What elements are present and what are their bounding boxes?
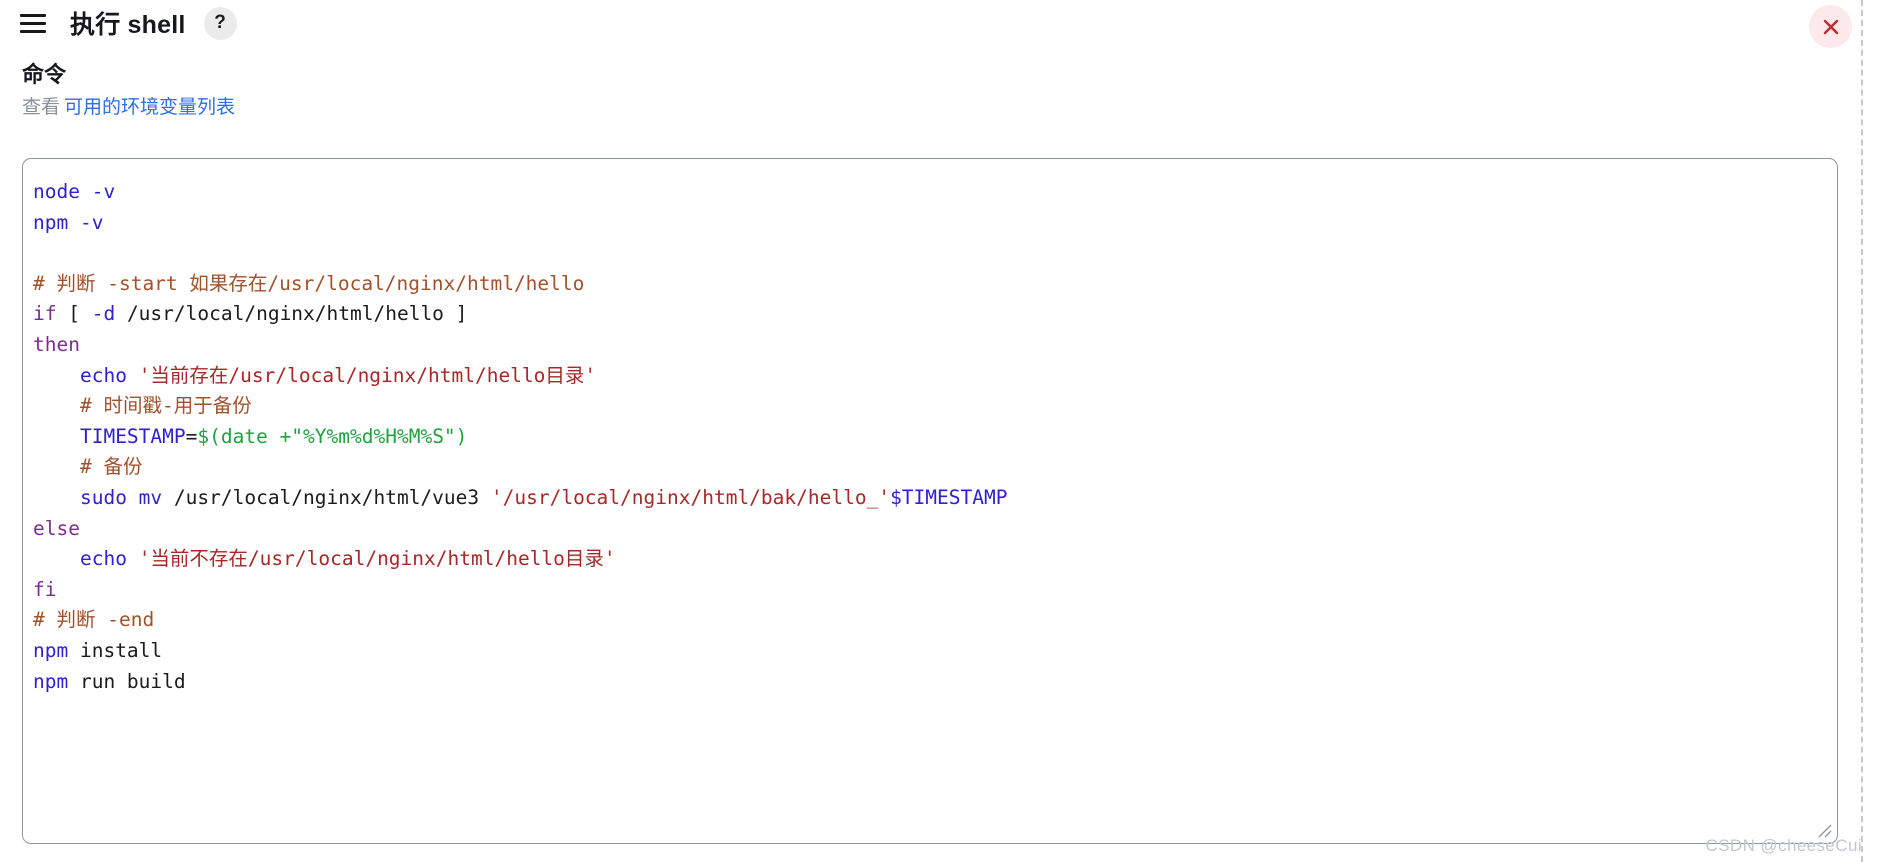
code-token: '当前存在/usr/local/nginx/html/hello目录' bbox=[138, 363, 597, 387]
page-title: 执行 shell bbox=[70, 11, 186, 39]
code-token: '/usr/local/nginx/html/bak/hello_' bbox=[490, 485, 891, 509]
code-token: npm bbox=[33, 638, 69, 662]
code-line: fi bbox=[33, 575, 1823, 606]
code-line: npm run build bbox=[33, 667, 1823, 698]
code-line: # 判断 -start 如果存在/usr/local/nginx/html/he… bbox=[33, 269, 1823, 300]
code-token: $TIMESTAMP bbox=[890, 485, 1008, 509]
code-token: $(date +"%Y%m%d%H%M%S") bbox=[197, 424, 468, 448]
hamburger-bar bbox=[20, 29, 46, 33]
code-line: # 时间戳-用于备份 bbox=[33, 391, 1823, 422]
code-line: ​ bbox=[33, 238, 1823, 269]
hamburger-bar bbox=[20, 13, 46, 17]
code-token: fi bbox=[33, 577, 57, 601]
hamburger-menu-icon[interactable] bbox=[20, 13, 46, 33]
env-variables-hint: 查看 可用的环境变量列表 bbox=[22, 92, 235, 119]
code-line: sudo mv /usr/local/nginx/html/vue3 '/usr… bbox=[33, 483, 1823, 514]
code-line: if [ -d /usr/local/nginx/html/hello ] bbox=[33, 299, 1823, 330]
code-line: npm install bbox=[33, 636, 1823, 667]
code-token: /usr/local/nginx/html/hello ] bbox=[115, 302, 468, 326]
code-line: else bbox=[33, 514, 1823, 545]
viewport-right-edge bbox=[1861, 0, 1863, 862]
help-button[interactable]: ? bbox=[203, 6, 237, 40]
code-token: -v bbox=[79, 210, 104, 234]
shell-command-dialog: 执行 shell ? 命令 查看可用的环境变量列表 node -vnpm -v​… bbox=[0, 0, 1890, 862]
close-x-icon bbox=[1823, 19, 1838, 34]
code-line: node -v bbox=[33, 177, 1823, 208]
code-token: -v bbox=[91, 180, 116, 203]
code-token: [ bbox=[56, 302, 92, 326]
code-line: # 判断 -end bbox=[33, 605, 1823, 636]
code-token: /usr/local/nginx/html/vue3 bbox=[162, 485, 491, 509]
shell-command-textarea[interactable]: node -vnpm -v​# 判断 -start 如果存在/usr/local… bbox=[22, 158, 1838, 844]
code-token: TIMESTAMP bbox=[79, 424, 186, 448]
code-token: if bbox=[33, 302, 57, 326]
code-line: echo '当前不存在/usr/local/nginx/html/hello目录… bbox=[33, 544, 1823, 575]
code-token: run build bbox=[68, 669, 186, 693]
code-line: npm -v bbox=[33, 208, 1823, 239]
watermark-label: CSDN @cheeseCui bbox=[1705, 836, 1862, 855]
code-token: install bbox=[68, 638, 163, 662]
code-token: echo bbox=[79, 363, 127, 387]
dialog-header: 执行 shell ? bbox=[0, 0, 1862, 46]
env-variables-link[interactable]: 可用的环境变量列表 bbox=[64, 97, 235, 118]
shell-command-content: node -vnpm -v​# 判断 -start 如果存在/usr/local… bbox=[33, 177, 1823, 697]
code-token: node bbox=[33, 180, 80, 203]
code-token: # 备份 bbox=[79, 455, 143, 479]
code-token: else bbox=[33, 516, 80, 540]
code-token: # 判断 -end bbox=[33, 608, 155, 632]
close-button[interactable] bbox=[1809, 5, 1852, 48]
code-token: # 时间戳-用于备份 bbox=[79, 394, 252, 418]
hint-prefix-label: 查看 bbox=[22, 97, 61, 118]
code-token: sudo mv bbox=[79, 485, 163, 509]
code-line: TIMESTAMP=$(date +"%Y%m%d%H%M%S") bbox=[33, 422, 1823, 453]
code-line: # 备份 bbox=[33, 452, 1823, 483]
code-line: echo '当前存在/usr/local/nginx/html/hello目录' bbox=[33, 361, 1823, 392]
hamburger-bar bbox=[20, 21, 46, 25]
code-line: then bbox=[33, 330, 1823, 361]
code-token: npm bbox=[33, 210, 69, 234]
code-token: # 判断 -start 如果存在/usr/local/nginx/html/he… bbox=[33, 271, 585, 295]
code-token: '当前不存在/usr/local/nginx/html/hello目录' bbox=[138, 547, 616, 571]
code-token: -d bbox=[91, 302, 116, 326]
code-token: = bbox=[185, 424, 198, 448]
code-token: npm bbox=[33, 669, 69, 693]
code-token: echo bbox=[79, 547, 127, 571]
code-token: then bbox=[33, 332, 80, 356]
command-section-title: 命令 bbox=[22, 62, 67, 87]
